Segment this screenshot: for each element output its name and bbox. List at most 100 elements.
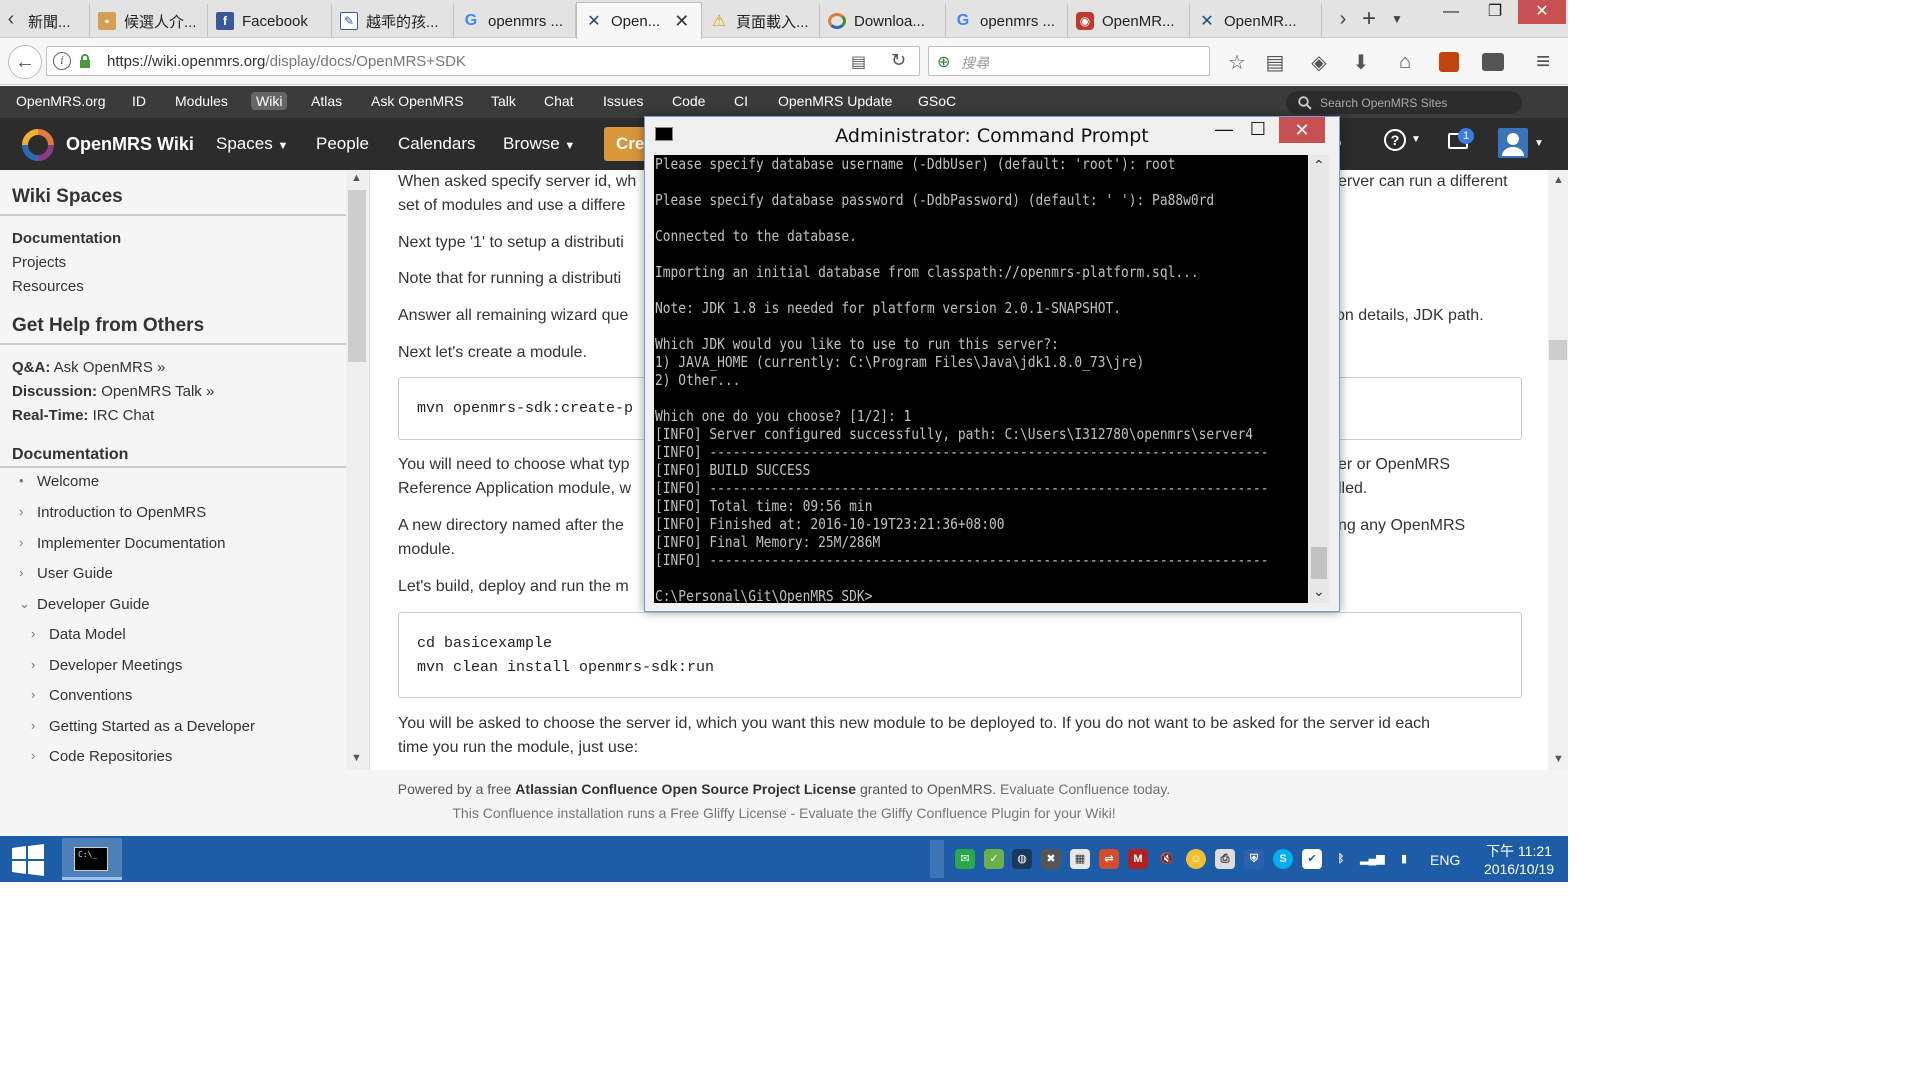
tab-google-openmrs-2[interactable]: G openmrs ...	[946, 4, 1068, 38]
tab-facebook[interactable]: f Facebook	[208, 4, 332, 38]
tab-news[interactable]: 新聞...	[20, 4, 90, 38]
tab-candidates[interactable]: ▪ 候選人介...	[90, 4, 208, 38]
tree-item-getting-started[interactable]: › Getting Started as a Developer	[31, 718, 255, 735]
nav-issues[interactable]: Issues	[603, 93, 643, 109]
tree-item-welcome[interactable]: • Welcome	[19, 473, 99, 490]
chevron-down-icon[interactable]: ⌄	[19, 596, 30, 612]
star-icon[interactable]: ☆	[1222, 47, 1252, 77]
printer-tray-icon[interactable]: ⎙	[1215, 849, 1235, 869]
chevron-right-icon[interactable]: ›	[19, 565, 23, 580]
avatar[interactable]	[1498, 128, 1528, 158]
tab-scroll-right-icon[interactable]: ›	[1334, 6, 1352, 32]
cmd-scrollbar[interactable]: ⌃ ⌄	[1309, 155, 1329, 603]
battery-icon[interactable]: ▮	[1394, 849, 1414, 869]
sidebar-scrollbar[interactable]: ▲ ▼	[346, 170, 368, 770]
download-icon[interactable]: ⬇	[1346, 47, 1376, 77]
tab-openmrs-active[interactable]: ✕ Open... ✕	[576, 2, 702, 39]
site-search-input[interactable]: Search OpenMRS Sites	[1286, 91, 1522, 114]
mcafee-tray-icon[interactable]: M	[1128, 849, 1148, 869]
home-icon[interactable]: ⌂	[1390, 47, 1420, 77]
nav-id[interactable]: ID	[132, 93, 146, 109]
tree-item-implementer[interactable]: › Implementer Documentation	[19, 535, 225, 552]
tree-item-code-repositories[interactable]: › Code Repositories	[31, 748, 172, 765]
chevron-right-icon[interactable]: ›	[31, 748, 35, 763]
tree-item-data-model[interactable]: › Data Model	[31, 626, 126, 643]
nav-ci[interactable]: CI	[734, 93, 748, 109]
back-arrow-icon[interactable]: ←	[8, 45, 42, 79]
chevron-right-icon[interactable]: ›	[31, 687, 35, 702]
scroll-up-icon[interactable]: ▲	[1553, 174, 1564, 186]
close-tab-icon[interactable]: ✕	[674, 11, 689, 32]
cmd-minimize-icon[interactable]: —	[1207, 119, 1241, 145]
help-icon[interactable]: ?	[1384, 129, 1406, 151]
sidebar-link-documentation[interactable]: Documentation	[12, 230, 121, 247]
tab-edit[interactable]: ✎ 越乖的孩...	[332, 4, 454, 38]
tree-item-user-guide[interactable]: › User Guide	[19, 565, 113, 582]
nav-atlas[interactable]: Atlas	[311, 93, 342, 109]
scroll-up-icon[interactable]: ⌃	[1313, 157, 1325, 174]
chevron-right-icon[interactable]: ›	[31, 657, 35, 672]
emoji-tray-icon[interactable]: ☺	[1186, 849, 1206, 869]
scrollbar-thumb[interactable]	[348, 190, 366, 362]
new-tab-icon[interactable]: +	[1360, 6, 1378, 32]
signal-strength-icon[interactable]: ▂▄▆	[1360, 849, 1385, 869]
scroll-up-icon[interactable]: ▲	[351, 172, 362, 184]
scrollbar-thumb[interactable]	[1549, 340, 1567, 360]
bookmarks-icon[interactable]: ▤	[1260, 47, 1290, 77]
sidebar-link-projects[interactable]: Projects	[12, 254, 66, 271]
nav-talk[interactable]: Talk	[491, 93, 516, 109]
tab-loading[interactable]: ⚠ 頁面載入...	[702, 4, 820, 38]
chevron-right-icon[interactable]: ›	[19, 535, 23, 550]
reload-icon[interactable]: ↻	[891, 50, 906, 71]
tab-list-icon[interactable]: ▼	[1388, 6, 1406, 32]
volume-muted-icon[interactable]: 🔇	[1157, 849, 1177, 869]
security-tray-icon[interactable]: ✓	[984, 849, 1004, 869]
tree-item-developer-guide[interactable]: ⌄ Developer Guide	[19, 596, 150, 613]
pocket-icon[interactable]: ◈	[1304, 47, 1334, 77]
license-link[interactable]: Atlassian Confluence Open Source Project…	[515, 781, 856, 797]
sidebar-link-realtime[interactable]: Real-Time: IRC Chat	[12, 407, 154, 424]
taskbar-cmd-app[interactable]: C:\_	[62, 838, 122, 880]
sidebar-link-resources[interactable]: Resources	[12, 278, 84, 295]
tab-openmrs-talk[interactable]: ◉ OpenMR...	[1068, 4, 1190, 38]
info-icon[interactable]: i	[53, 52, 71, 70]
openmrs-logo-icon[interactable]	[22, 129, 54, 161]
tab-openmrs-wiki[interactable]: ✕ OpenMR...	[1190, 4, 1322, 38]
nav-openmrs-update[interactable]: OpenMRS Update	[778, 93, 892, 109]
minimize-icon[interactable]: —	[1428, 0, 1474, 24]
tree-item-conventions[interactable]: › Conventions	[31, 687, 132, 704]
wechat-tray-icon[interactable]: ✉	[955, 849, 975, 869]
nav-modules[interactable]: Modules	[175, 93, 228, 109]
zzz-addon-icon[interactable]	[1482, 53, 1504, 71]
search-engine-icon[interactable]: ⊕	[937, 52, 950, 72]
gliffy-license-line[interactable]: This Confluence installation runs a Free…	[0, 805, 1568, 821]
spaces-menu[interactable]: Spaces ▼	[216, 134, 288, 154]
share-tray-icon[interactable]: ⇌	[1099, 849, 1119, 869]
network-off-tray-icon[interactable]: ✖	[1041, 849, 1061, 869]
windows-start-icon[interactable]	[8, 842, 48, 878]
calendars-link[interactable]: Calendars	[398, 134, 476, 154]
chevron-right-icon[interactable]: ›	[31, 718, 35, 733]
restore-icon[interactable]: ❐	[1472, 0, 1518, 24]
search-box[interactable]: ⊕ 搜尋	[928, 46, 1210, 76]
nav-wiki[interactable]: Wiki	[251, 92, 288, 110]
shield-tray-icon[interactable]: ⛨	[1244, 849, 1264, 869]
nav-ask-openmrs[interactable]: Ask OpenMRS	[371, 93, 464, 109]
scroll-down-icon[interactable]: ⌄	[1313, 583, 1325, 600]
chevron-right-icon[interactable]: ›	[19, 504, 23, 519]
cmd-console[interactable]: Please specify database username (-DdbUs…	[654, 155, 1308, 603]
nav-openmrs-org[interactable]: OpenMRS.org	[16, 93, 105, 109]
check-tray-icon[interactable]: ✔	[1302, 849, 1322, 869]
scroll-down-icon[interactable]: ▼	[1553, 753, 1564, 765]
bluetooth-icon[interactable]: ᛒ	[1331, 849, 1351, 869]
page-scrollbar[interactable]: ▲ ▼	[1548, 170, 1568, 770]
url-bar[interactable]: i https://wiki.openmrs.org/display/docs/…	[46, 46, 920, 76]
nav-code[interactable]: Code	[672, 93, 705, 109]
close-window-icon[interactable]: ✕	[1518, 0, 1566, 24]
calendar-tray-icon[interactable]: ▦	[1070, 849, 1090, 869]
show-hidden-icons[interactable]	[930, 840, 944, 878]
command-prompt-window[interactable]: Administrator: Command Prompt — ☐ ✕ Plea…	[644, 116, 1340, 612]
chevron-right-icon[interactable]: ›	[31, 626, 35, 641]
tab-google-openmrs-1[interactable]: G openmrs ...	[454, 4, 576, 38]
cmd-title-bar[interactable]: Administrator: Command Prompt — ☐ ✕	[645, 117, 1339, 153]
